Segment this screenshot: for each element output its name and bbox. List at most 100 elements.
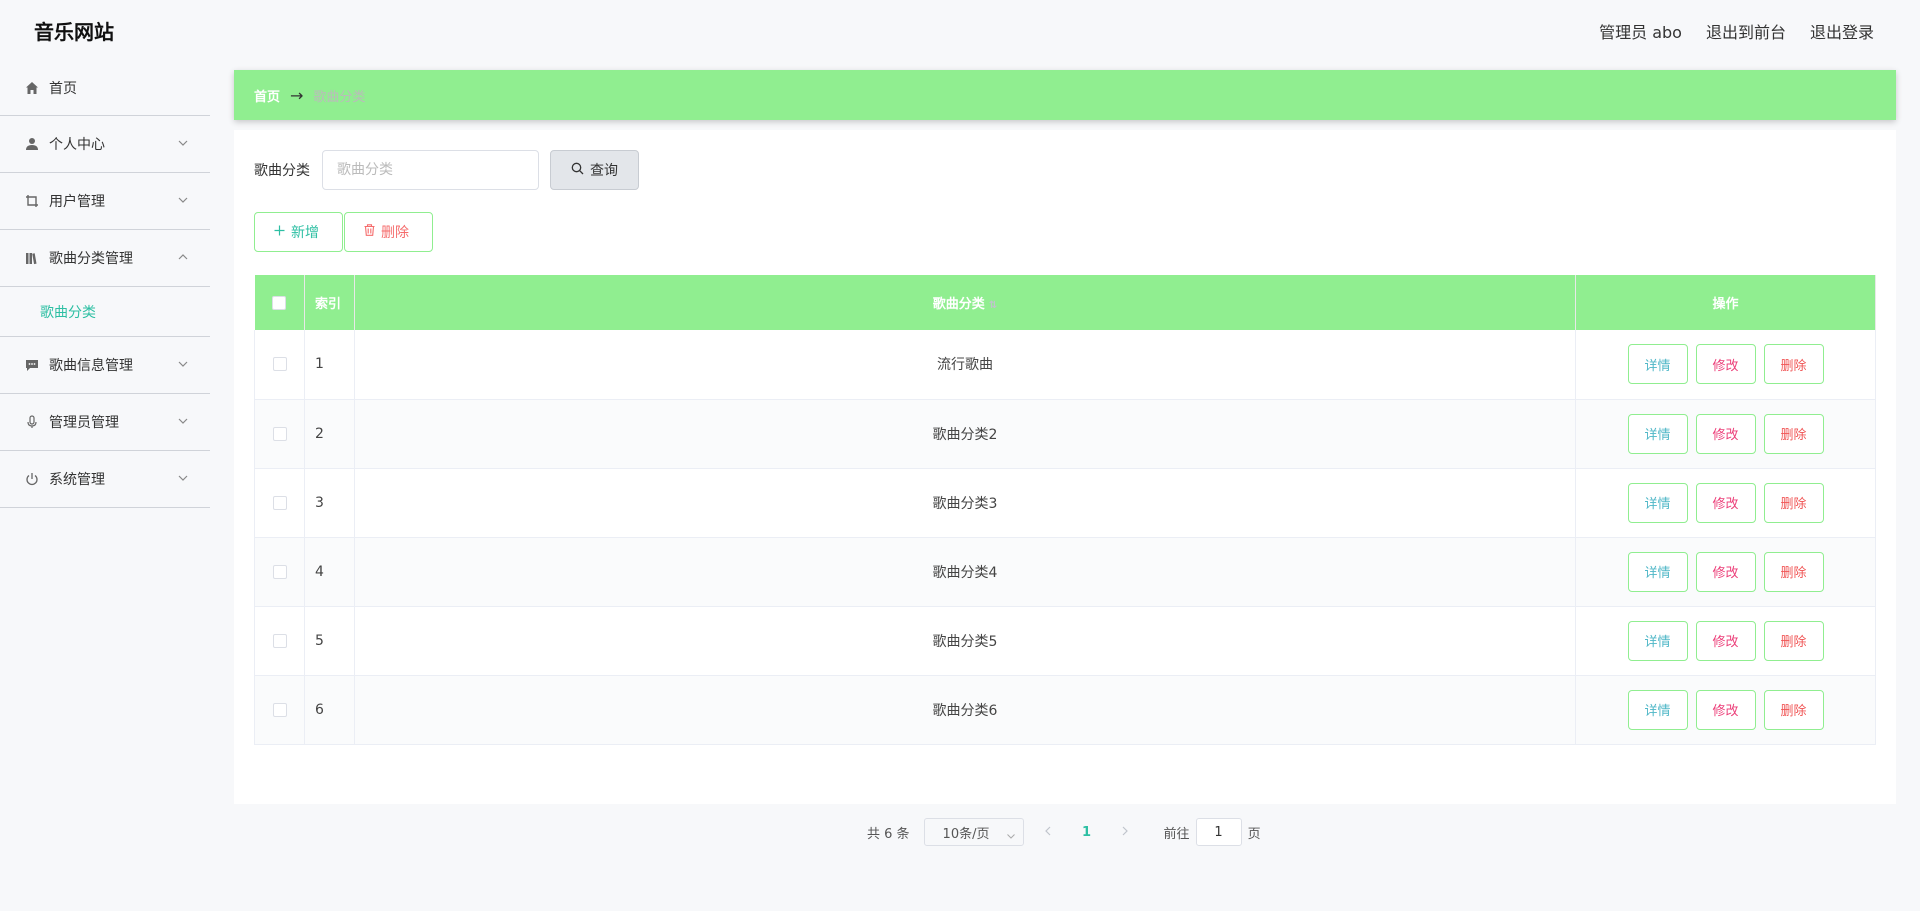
sidebar-subitem-song-category[interactable]: 歌曲分类 [0, 287, 210, 337]
row-category-name: 歌曲分类5 [354, 606, 1576, 676]
detail-button[interactable]: 详情 [1627, 413, 1688, 454]
row-index: 1 [304, 330, 355, 400]
ops-header: 操作 [1575, 275, 1876, 330]
sidebar-item-label: 歌曲信息管理 [49, 358, 133, 374]
row-checkbox[interactable] [272, 495, 287, 510]
row-index: 2 [304, 399, 355, 469]
page-size-select[interactable]: 10条/页 [923, 818, 1024, 846]
search-input[interactable] [322, 150, 539, 190]
user-icon [24, 136, 40, 152]
detail-button[interactable]: 详情 [1627, 482, 1688, 523]
breadcrumb-home-link[interactable]: 首页 [254, 86, 280, 105]
delete-button[interactable]: 删除 [1763, 413, 1824, 454]
row-checkbox[interactable] [272, 564, 287, 579]
back-to-front-link[interactable]: 退出到前台 [1706, 19, 1786, 43]
chevron-down-icon [178, 195, 188, 205]
row-index: 4 [304, 537, 355, 607]
action-buttons: 新增 删除 [254, 212, 433, 252]
sort-icon[interactable]: ⇅ [989, 300, 997, 311]
plus-icon [274, 224, 285, 240]
sidebar-item-label: 系统管理 [49, 472, 105, 488]
search-icon [571, 162, 584, 179]
table-row: 3 歌曲分类3 详情 修改 删除 [254, 468, 1876, 538]
sidebar-item-label: 歌曲分类管理 [49, 251, 133, 267]
song-category-table: 索引 歌曲分类 ⇅ 操作 1 流行歌曲 详情 修改 删除 2 歌曲分类2 详情 … [254, 275, 1876, 745]
pagination: 共 6 条 10条/页 1 前往 页 [867, 818, 1261, 846]
row-checkbox[interactable] [272, 633, 287, 648]
detail-button[interactable]: 详情 [1627, 551, 1688, 592]
chevron-up-icon [178, 252, 188, 262]
index-header: 索引 [304, 275, 355, 330]
edit-button[interactable]: 修改 [1695, 344, 1756, 385]
sidebar-item-home[interactable]: 首页 [0, 60, 210, 116]
sidebar-item-users[interactable]: 用户管理 [0, 173, 210, 230]
table-row: 4 歌曲分类4 详情 修改 删除 [254, 537, 1876, 607]
row-category-name: 流行歌曲 [354, 330, 1576, 400]
query-button-label: 查询 [590, 163, 618, 179]
row-index: 6 [304, 675, 355, 745]
table-row: 2 歌曲分类2 详情 修改 删除 [254, 399, 1876, 469]
delete-button[interactable]: 删除 [1763, 620, 1824, 661]
next-page-button[interactable] [1111, 825, 1141, 840]
site-title: 音乐网站 [34, 20, 114, 44]
total-count: 共 6 条 [867, 826, 910, 842]
detail-button[interactable]: 详情 [1627, 620, 1688, 661]
delete-button[interactable]: 删除 [1763, 482, 1824, 523]
sidebar-item-admins[interactable]: 管理员管理 [0, 394, 210, 451]
power-icon [24, 471, 40, 487]
table-row: 6 歌曲分类6 详情 修改 删除 [254, 675, 1876, 745]
home-icon [24, 80, 40, 96]
table-header-row: 索引 歌曲分类 ⇅ 操作 [254, 275, 1876, 330]
table-row: 5 歌曲分类5 详情 修改 删除 [254, 606, 1876, 676]
breadcrumb-arrow-icon: → [290, 85, 304, 105]
add-button-label: 新增 [291, 225, 319, 241]
goto-page-input[interactable] [1195, 818, 1242, 846]
add-button[interactable]: 新增 [254, 212, 343, 252]
header-actions: 管理员 abo 退出到前台 退出登录 [1599, 19, 1874, 43]
row-checkbox[interactable] [272, 702, 287, 717]
chevron-down-icon [178, 416, 188, 426]
sidebar-item-song-info[interactable]: 歌曲信息管理 [0, 337, 210, 394]
detail-button[interactable]: 详情 [1627, 689, 1688, 730]
detail-button[interactable]: 详情 [1627, 344, 1688, 385]
trash-icon [364, 224, 375, 240]
select-all-checkbox[interactable] [272, 295, 287, 310]
row-category-name: 歌曲分类4 [354, 537, 1576, 607]
category-header-label: 歌曲分类 [932, 297, 985, 312]
row-category-name: 歌曲分类6 [354, 675, 1576, 745]
chevron-down-icon [178, 359, 188, 369]
row-category-name: 歌曲分类2 [354, 399, 1576, 469]
mic-icon [24, 414, 40, 430]
edit-button[interactable]: 修改 [1695, 413, 1756, 454]
query-button[interactable]: 查询 [550, 150, 639, 190]
edit-button[interactable]: 修改 [1695, 482, 1756, 523]
breadcrumb-current: 歌曲分类 [313, 89, 366, 105]
sidebar-item-label: 用户管理 [49, 194, 105, 210]
search-label: 歌曲分类 [254, 163, 310, 179]
category-header[interactable]: 歌曲分类 ⇅ [354, 275, 1576, 330]
edit-button[interactable]: 修改 [1695, 620, 1756, 661]
chat-icon [24, 357, 40, 373]
batch-delete-button[interactable]: 删除 [344, 212, 433, 252]
delete-button[interactable]: 删除 [1763, 689, 1824, 730]
chevron-left-icon [1045, 826, 1051, 835]
sidebar-item-personal[interactable]: 个人中心 [0, 116, 210, 173]
row-checkbox[interactable] [272, 357, 287, 372]
main-panel: 首页 → 歌曲分类 歌曲分类 查询 新增 [234, 70, 1896, 846]
row-checkbox[interactable] [272, 426, 287, 441]
admin-user-label: 管理员 abo [1599, 23, 1682, 42]
chevron-right-icon [1122, 826, 1128, 835]
chevron-down-icon [1006, 828, 1015, 839]
logout-link[interactable]: 退出登录 [1810, 19, 1874, 43]
delete-button[interactable]: 删除 [1763, 344, 1824, 385]
sidebar-item-system[interactable]: 系统管理 [0, 451, 210, 508]
library-icon [24, 250, 40, 266]
page-number-current[interactable]: 1 [1072, 825, 1102, 840]
sidebar-item-song-category[interactable]: 歌曲分类管理 [0, 230, 210, 287]
delete-button[interactable]: 删除 [1763, 551, 1824, 592]
sidebar-item-label: 首页 [49, 80, 77, 97]
table-row: 1 流行歌曲 详情 修改 删除 [254, 330, 1876, 400]
edit-button[interactable]: 修改 [1695, 551, 1756, 592]
prev-page-button[interactable] [1033, 825, 1063, 840]
edit-button[interactable]: 修改 [1695, 689, 1756, 730]
